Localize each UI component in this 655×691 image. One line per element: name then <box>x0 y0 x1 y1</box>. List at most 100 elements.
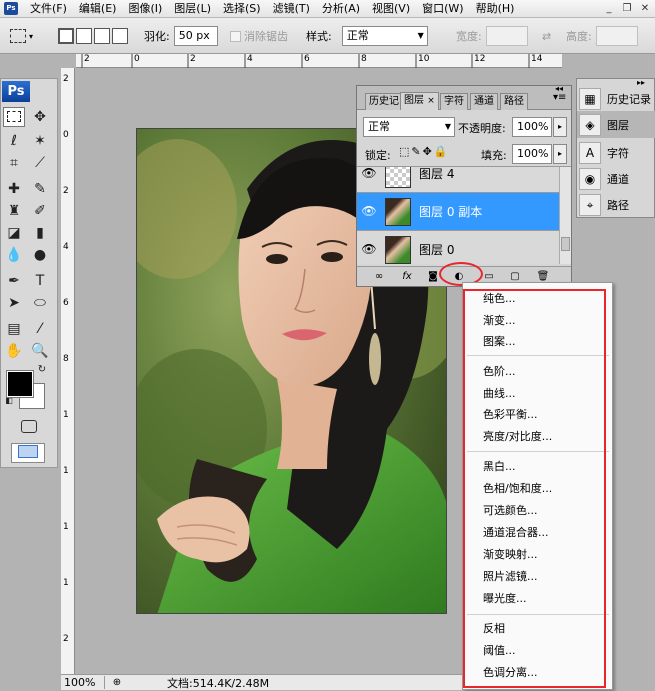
panel-collapse-icon[interactable]: ◂◂ <box>555 84 563 93</box>
menu-window[interactable]: 窗口(W) <box>416 0 469 18</box>
foreground-color-swatch[interactable] <box>6 370 34 398</box>
add-selection-icon[interactable] <box>76 28 92 44</box>
eraser-tool-icon[interactable]: ◪ <box>3 223 25 243</box>
screen-mode-icon[interactable] <box>11 443 45 463</box>
menu-filter[interactable]: 滤镜(T) <box>267 0 316 18</box>
default-colors-icon[interactable]: ◧ <box>3 395 15 407</box>
menu-item-posterize[interactable]: 色调分离... <box>483 665 538 681</box>
dock-item-history[interactable]: ▦ 历史记录 <box>577 85 655 112</box>
tab-character[interactable]: 字符 <box>440 93 468 110</box>
crop-tool-icon[interactable]: ⌗ <box>3 153 25 173</box>
blur-tool-icon[interactable]: 💧 <box>3 245 25 265</box>
quick-mask-icon[interactable] <box>17 419 41 439</box>
blend-mode-select[interactable]: 正常 ▼ <box>363 117 455 137</box>
history-brush-icon[interactable]: ✐ <box>29 201 51 221</box>
menu-item-threshold[interactable]: 阈值... <box>483 643 516 659</box>
lock-icons[interactable]: ⬚✎✥🔒 <box>399 145 450 158</box>
tab-channels[interactable]: 通道 <box>470 93 498 110</box>
menu-edit[interactable]: 编辑(E) <box>73 0 123 18</box>
menu-item-photo-filter[interactable]: 照片滤镜... <box>483 569 538 585</box>
path-select-icon[interactable]: ➤ <box>3 293 25 313</box>
menu-item-color-balance[interactable]: 色彩平衡... <box>483 407 538 423</box>
eye-icon[interactable]: 👁 <box>361 167 377 180</box>
layer-row[interactable]: 👁 图层 0 副本 <box>357 193 559 231</box>
marquee-tool-icon[interactable] <box>3 107 25 127</box>
menu-item-levels[interactable]: 色阶... <box>483 364 516 380</box>
status-menu-icon[interactable]: ⊕ <box>109 677 125 688</box>
menu-item-brightness-contrast[interactable]: 亮度/对比度... <box>483 429 552 445</box>
menu-file[interactable]: 文件(F) <box>24 0 73 18</box>
healing-brush-icon[interactable]: ✚ <box>3 179 25 199</box>
hand-tool-icon[interactable]: ✋ <box>3 341 25 361</box>
menu-item-black-white[interactable]: 黑白... <box>483 459 516 475</box>
menu-item-solid-color[interactable]: 纯色... <box>483 291 516 307</box>
restore-icon[interactable]: ❐ <box>619 1 635 16</box>
height-input[interactable] <box>595 26 638 46</box>
dock-item-channels[interactable]: ◉ 通道 <box>577 165 655 192</box>
slice-tool-icon[interactable]: ⟋ <box>29 153 51 173</box>
new-selection-icon[interactable] <box>58 28 74 44</box>
menu-item-hue-saturation[interactable]: 色相/饱和度... <box>483 481 552 497</box>
menu-item-exposure[interactable]: 曝光度... <box>483 591 527 607</box>
pen-tool-icon[interactable]: ✒ <box>3 271 25 291</box>
panel-menu-icon[interactable]: ▾≡ <box>553 92 566 103</box>
layer-row[interactable]: 👁 图层 4 <box>357 167 559 193</box>
swap-icon[interactable]: ⇄ <box>542 18 551 54</box>
intersect-selection-icon[interactable] <box>112 28 128 44</box>
menu-item-pattern[interactable]: 图案... <box>483 334 516 350</box>
width-input[interactable] <box>485 26 528 46</box>
dock-item-character[interactable]: A 字符 <box>577 139 655 166</box>
tab-layers[interactable]: 图层 × <box>400 92 439 110</box>
menu-layer[interactable]: 图层(L) <box>168 0 217 18</box>
close-icon[interactable]: ✕ <box>637 1 653 16</box>
style-select[interactable]: 正常 ▼ <box>341 26 428 46</box>
close-icon[interactable]: × <box>427 96 435 106</box>
magic-wand-icon[interactable]: ✶ <box>29 131 51 151</box>
lasso-tool-icon[interactable]: ℓ <box>3 131 25 151</box>
menu-view[interactable]: 视图(V) <box>366 0 416 18</box>
fill-slider-button[interactable]: ▸ <box>553 144 567 164</box>
menu-help[interactable]: 帮助(H) <box>470 0 521 18</box>
antialias-checkbox[interactable] <box>230 30 241 42</box>
menu-item-invert[interactable]: 反相 <box>483 621 505 637</box>
brush-tool-icon[interactable]: ✎ <box>29 179 51 199</box>
menu-item-gradient-map[interactable]: 渐变映射... <box>483 547 538 563</box>
eye-icon[interactable]: 👁 <box>361 242 377 256</box>
feather-input[interactable]: 50 px <box>173 26 218 46</box>
layer-scrollbar[interactable] <box>559 167 571 264</box>
menu-item-curves[interactable]: 曲线... <box>483 386 516 402</box>
marquee-preset-icon[interactable]: ▾ <box>10 18 33 54</box>
link-icon[interactable]: ∞ <box>371 269 387 284</box>
mask-icon[interactable]: ◙ <box>425 269 441 284</box>
fx-icon[interactable]: fx <box>399 269 415 284</box>
menu-select[interactable]: 选择(S) <box>217 0 267 18</box>
menu-item-gradient[interactable]: 渐变... <box>483 313 516 329</box>
opacity-label: 不透明度: <box>458 122 506 135</box>
opacity-slider-button[interactable]: ▸ <box>553 117 567 137</box>
notes-tool-icon[interactable]: ▤ <box>3 319 25 339</box>
tab-paths[interactable]: 路径 <box>500 93 528 110</box>
dodge-tool-icon[interactable]: ● <box>29 245 51 265</box>
fill-input[interactable]: 100% <box>512 144 552 164</box>
eyedropper-icon[interactable]: ⁄ <box>29 319 51 339</box>
minimize-icon[interactable]: _ <box>601 1 617 16</box>
dock-item-layers[interactable]: ◈ 图层 <box>577 111 655 138</box>
opacity-input[interactable]: 100% <box>512 117 552 137</box>
menu-analysis[interactable]: 分析(A) <box>316 0 366 18</box>
menu-item-channel-mixer[interactable]: 通道混合器... <box>483 525 549 541</box>
type-tool-icon[interactable]: T <box>29 271 51 291</box>
zoom-tool-icon[interactable]: 🔍 <box>29 341 51 361</box>
clone-stamp-icon[interactable]: ♜ <box>3 201 25 221</box>
layer-row[interactable]: 👁 图层 0 <box>357 231 559 264</box>
swap-colors-icon[interactable]: ↻ <box>35 363 49 377</box>
subtract-selection-icon[interactable] <box>94 28 110 44</box>
tab-history[interactable]: 历史记 <box>365 93 403 110</box>
eye-icon[interactable]: 👁 <box>361 204 377 218</box>
gradient-tool-icon[interactable]: ▮ <box>29 223 51 243</box>
zoom-level[interactable]: 100% <box>61 676 105 689</box>
menu-image[interactable]: 图像(I) <box>122 0 168 18</box>
move-tool-icon[interactable]: ✥ <box>29 107 51 127</box>
menu-item-selective-color[interactable]: 可选颜色... <box>483 503 538 519</box>
shape-tool-icon[interactable]: ⬭ <box>29 293 51 313</box>
dock-item-paths[interactable]: ⌖ 路径 <box>577 191 655 218</box>
